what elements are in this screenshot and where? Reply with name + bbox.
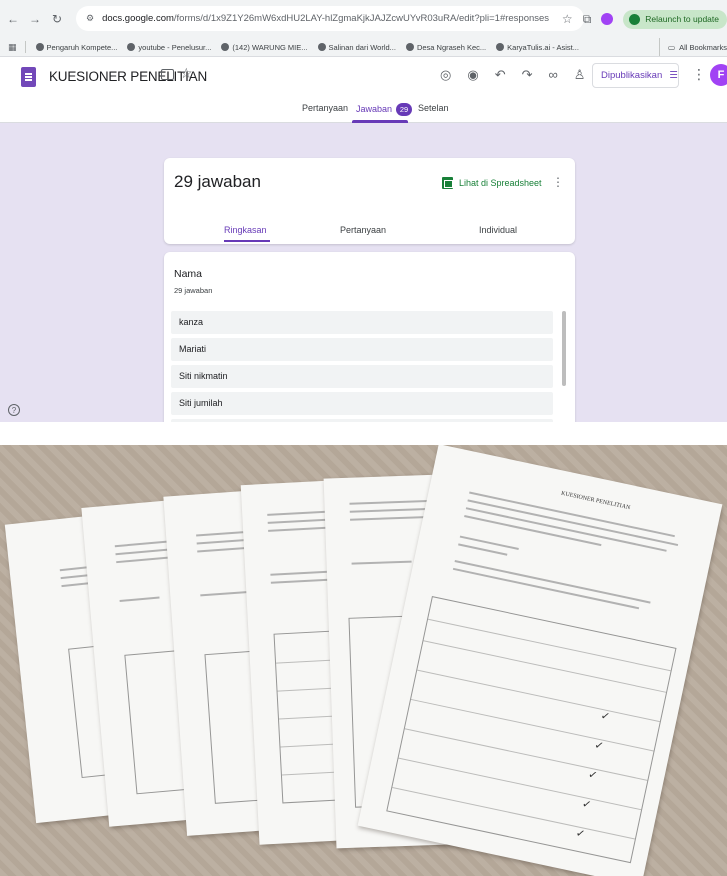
address-bar[interactable]: ⚙ docs.google.com /forms/d/1x9Z1Y26mW6xd… [76,6,584,31]
bookmark-label: youtube - Penelusur... [138,42,212,52]
active-subtab-indicator [224,240,270,242]
url-path: /forms/d/1x9Z1Y26mW6xdHU2LAY-hlZgmaKjkJA… [173,13,550,24]
subtab-summary[interactable]: Ringkasan [224,225,267,235]
bookmark-label: Salinan dari World... [328,42,396,52]
question-summary-card: Nama 29 jawaban kanza Mariati Siti nikma… [164,252,575,422]
profile-icon[interactable] [601,13,614,25]
subtab-question[interactable]: Pertanyaan [340,225,386,235]
reload-icon[interactable]: ↻ [48,12,66,26]
bookmark-item[interactable]: (142) WARUNG MIE... [221,42,308,52]
add-collaborator-icon[interactable]: ♙ [574,67,586,83]
subtab-individual[interactable]: Individual [479,225,517,235]
forward-icon[interactable]: → [26,12,44,26]
globe-icon [496,43,505,51]
avatar[interactable]: F [710,64,727,86]
globe-icon [127,43,136,51]
globe-icon [405,43,414,51]
folder-icon: ▭ [667,43,676,52]
apps-icon[interactable]: ▦ [8,42,17,53]
bookmark-label: Desa Ngraseh Kec... [416,42,487,52]
paper-heading: KUESIONER PENELITIAN [560,490,631,512]
relaunch-label: Relaunch to update [645,14,719,24]
folder-icon[interactable] [161,69,174,80]
bookmark-label: (142) WARUNG MIE... [232,42,308,52]
question-title: Nama [174,268,203,280]
bookmark-label: KaryaTulis.ai - Asist... [507,42,579,52]
bookmark-label: Pengaruh Kompete... [46,42,118,52]
bookmark-item[interactable]: Pengaruh Kompete... [35,42,118,52]
tab-questions[interactable]: Pertanyaan [302,103,348,113]
browser-toolbar: ← → ↻ ⚙ docs.google.com /forms/d/1x9Z1Y2… [0,0,727,38]
questionnaire-photo: KUESIONER PENELITIAN ✓ ✓ ✓ ✓ ✓ [0,445,727,876]
more-vert-icon[interactable]: ⋮ [692,66,706,83]
published-label: Dipublikasikan [601,70,663,81]
question-response-count: 29 jawaban [174,286,213,295]
globe-icon [35,43,44,51]
view-in-sheets-label: Lihat di Spreadsheet [459,178,542,188]
url-host: docs.google.com [102,13,174,24]
bookmarks-divider [24,41,26,53]
header-actions: ◎ ◉ ↶ ↷ ∞ ♙ [440,67,585,83]
answers-scrollbar[interactable] [562,311,566,386]
answer-item: Siti nikmatin [171,365,553,388]
page-gap [0,422,727,445]
link-icon[interactable]: ∞ [549,67,558,83]
bookmarks-bar: ▦ Pengaruh Kompete... youtube - Penelusu… [0,38,727,57]
response-count-title: 29 jawaban [174,172,261,191]
globe-icon [317,43,326,51]
extensions-icon[interactable]: ⧉ [583,12,592,27]
relaunch-button[interactable]: Relaunch to update [623,9,727,29]
tab-settings[interactable]: Setelan [418,103,449,113]
google-forms-logo-icon[interactable] [21,67,36,87]
forms-header: KUESIONER PENELITIAN ☆ ◎ ◉ ↶ ↷ ∞ ♙ Dipub… [0,57,727,123]
bookmark-item[interactable]: KaryaTulis.ai - Asist... [496,43,579,52]
star-icon[interactable]: ☆ [562,12,573,26]
published-button[interactable]: Dipublikasikan ☰ [592,63,679,88]
all-bookmarks-label: All Bookmarks [679,43,727,52]
view-in-sheets-button[interactable]: Lihat di Spreadsheet [442,177,542,189]
tab-responses-label: Jawaban [356,104,393,114]
answer-item: Mariati [171,338,553,361]
palette-icon[interactable]: ◎ [440,67,451,83]
site-info-icon[interactable]: ⚙ [86,13,94,24]
help-icon[interactable]: ? [8,404,20,416]
settings-icon: ☰ [669,70,678,81]
responses-count-badge: 29 [396,103,413,116]
answer-item: Siti jumilah [171,392,553,415]
bookmark-item[interactable]: Salinan dari World... [317,42,396,52]
tab-responses[interactable]: Jawaban 29 [356,103,413,116]
update-icon [629,13,641,25]
star-icon[interactable]: ☆ [180,65,193,82]
globe-icon [221,43,230,51]
answer-item: kanza [171,311,553,334]
form-tabs: Pertanyaan Jawaban 29 Setelan [0,95,727,123]
more-vert-icon[interactable]: ⋮ [552,175,564,189]
all-bookmarks-button[interactable]: ▭ All Bookmarks [658,38,727,56]
back-icon[interactable]: ← [4,12,22,26]
bookmark-item[interactable]: Desa Ngraseh Kec... [405,42,487,52]
redo-icon[interactable]: ↷ [522,67,533,83]
responses-summary-card: 29 jawaban Lihat di Spreadsheet ⋮ Ringka… [164,158,575,244]
browser-right-tools: ☆ ⧉ Relaunch to update [562,0,727,38]
undo-icon[interactable]: ↶ [495,67,506,83]
spreadsheet-icon [442,177,453,189]
bookmark-item[interactable]: youtube - Penelusur... [127,43,211,52]
preview-icon[interactable]: ◉ [467,67,478,83]
responses-content: 29 jawaban Lihat di Spreadsheet ⋮ Ringka… [0,123,727,422]
